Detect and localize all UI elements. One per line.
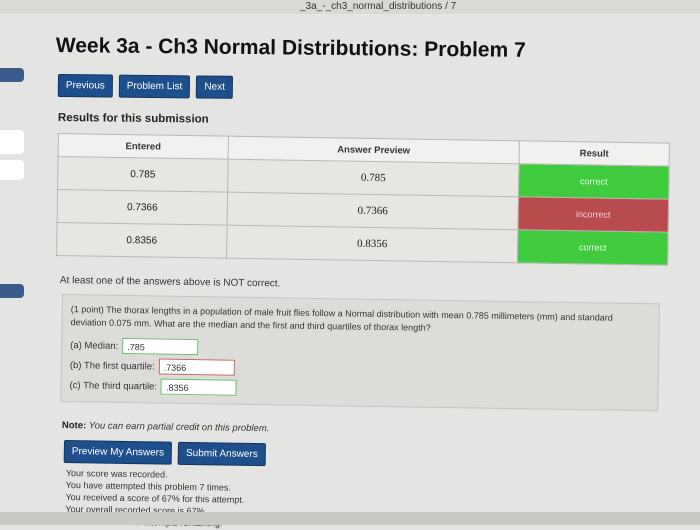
result-cell: correct [517, 229, 669, 266]
note-label: Note: [61, 420, 87, 432]
problem-nav: Previous Problem List Next [57, 74, 234, 99]
median-row: (a) Median: .785 [70, 337, 199, 356]
sidebar-edge-marker [0, 68, 24, 82]
page-title: Week 3a - Ch3 Normal Distributions: Prob… [55, 34, 526, 62]
result-cell: correct [518, 163, 670, 200]
third-quartile-row: (c) The third quartile: .8356 [69, 377, 238, 396]
entered-cell: 0.7366 [57, 189, 228, 226]
third-quartile-input[interactable]: .8356 [160, 378, 238, 396]
median-input[interactable]: .785 [122, 337, 199, 356]
first-quartile-label: (b) The first quartile: [69, 359, 155, 372]
answer-preview-cell: 0.8356 [226, 225, 518, 263]
next-button[interactable]: Next [196, 75, 234, 99]
answer-preview-cell: 0.785 [227, 159, 519, 197]
third-quartile-label: (c) The third quartile: [69, 379, 158, 393]
results-table: Entered Answer Preview Result 0.785 0.78… [56, 133, 670, 266]
problem-list-button[interactable]: Problem List [118, 74, 191, 99]
sidebar-edge-tab[interactable] [0, 160, 24, 180]
submission-actions: Preview My Answers Submit Answers [63, 440, 266, 467]
entered-cell: 0.8356 [56, 222, 227, 259]
entered-header: Entered [58, 133, 229, 160]
previous-button[interactable]: Previous [57, 74, 113, 98]
partial-credit-note: Note: You can earn partial credit on thi… [62, 420, 270, 434]
problem-statement: (1 point) The thorax lengths in a popula… [70, 304, 613, 333]
answer-preview-cell: 0.7366 [226, 192, 519, 230]
result-cell: incorrect [517, 196, 669, 233]
bottom-edge [0, 512, 700, 525]
median-label: (a) Median: [70, 339, 119, 352]
results-title: Results for this submission [57, 112, 209, 126]
breadcrumb: _3a_-_ch3_normal_distributions / 7 [300, 1, 457, 12]
incorrect-warning: At least one of the answers above is NOT… [59, 275, 281, 290]
entered-cell: 0.785 [57, 156, 229, 193]
problem-box: (1 point) The thorax lengths in a popula… [60, 294, 660, 412]
submit-answers-button[interactable]: Submit Answers [177, 441, 266, 467]
first-quartile-row: (b) The first quartile: .7366 [70, 357, 235, 376]
result-header: Result [518, 140, 670, 167]
preview-answers-button[interactable]: Preview My Answers [63, 440, 173, 465]
first-quartile-input[interactable]: .7366 [158, 358, 235, 376]
sidebar-edge-marker [0, 284, 24, 298]
sidebar-edge-tab[interactable] [0, 130, 24, 154]
note-text: You can earn partial credit on this prob… [88, 420, 270, 435]
browser-top-bar: _3a_-_ch3_normal_distributions / 7 [0, 0, 700, 14]
